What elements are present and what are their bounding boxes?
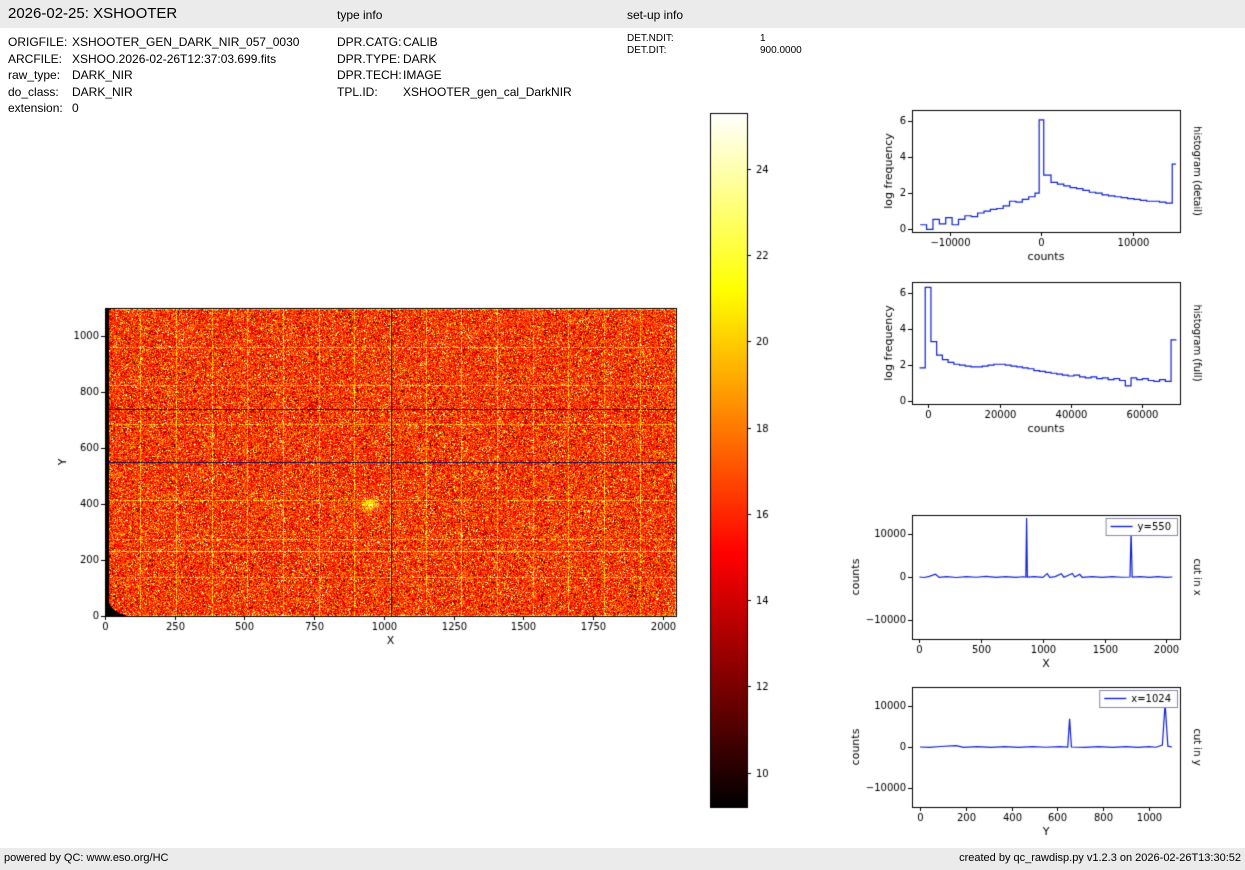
dpr-catg-row: DPR.CATG: CALIB [337, 34, 572, 51]
field-label: DPR.TECH: [337, 68, 402, 82]
field-value: IMAGE [403, 68, 442, 82]
field-value: 1 [760, 33, 766, 44]
setup-info-block: DET.NDIT: 1 DET.DIT: 900.0000 [627, 33, 802, 57]
field-label: do_class: [8, 84, 59, 99]
cut-in-y-plot [830, 674, 1205, 846]
field-value: 900.0000 [760, 45, 802, 56]
footer-powered-by: powered by QC: www.eso.org/HC [4, 852, 169, 864]
dpr-type-row: DPR.TYPE: DARK [337, 51, 572, 68]
field-label: DPR.TYPE: [337, 51, 401, 66]
footer-bar: powered by QC: www.eso.org/HC created by… [0, 848, 1245, 870]
histogram-full-plot [830, 270, 1205, 450]
field-label: DET.NDIT: [627, 33, 674, 44]
dpr-tech-row: DPR.TECH: IMAGE [337, 67, 572, 84]
header-bar: 2026-02-25: XSHOOTER type info set-up in… [0, 0, 1245, 28]
field-value: XSHOO.2026-02-26T12:37:03.699.fits [72, 51, 277, 66]
det-dit-row: DET.DIT: 900.0000 [627, 45, 802, 57]
field-label: raw_type: [8, 68, 61, 82]
field-label: TPL.ID: [337, 84, 378, 99]
cut-in-x-plot [830, 502, 1205, 682]
extension-row: extension: 0 [8, 100, 299, 117]
setup-info-heading: set-up info [627, 8, 684, 22]
rawtype-row: raw_type: DARK_NIR [8, 67, 299, 84]
raw-image-plot [40, 285, 700, 665]
field-value: DARK [403, 51, 437, 66]
qc-report-page: 2026-02-25: XSHOOTER type info set-up in… [0, 0, 1245, 870]
field-label: DPR.CATG: [337, 35, 402, 49]
colorbar [700, 105, 795, 817]
field-label: ARCFILE: [8, 51, 63, 66]
field-value: DARK_NIR [72, 84, 133, 99]
field-label: ORIGFILE: [8, 35, 68, 49]
origfile-row: ORIGFILE: XSHOOTER_GEN_DARK_NIR_057_0030 [8, 34, 299, 51]
field-value: DARK_NIR [72, 68, 133, 82]
field-label: extension: [8, 101, 63, 115]
field-value: CALIB [403, 35, 438, 49]
histogram-detail-plot [830, 98, 1205, 278]
type-info-heading: type info [337, 8, 383, 22]
page-title: 2026-02-25: XSHOOTER [8, 5, 178, 22]
field-value: XSHOOTER_gen_cal_DarkNIR [403, 84, 572, 99]
field-label: DET.DIT: [627, 45, 667, 56]
tpl-id-row: TPL.ID: XSHOOTER_gen_cal_DarkNIR [337, 84, 572, 101]
field-value: 0 [72, 101, 79, 115]
field-value: XSHOOTER_GEN_DARK_NIR_057_0030 [72, 35, 300, 49]
arcfile-row: ARCFILE: XSHOO.2026-02-26T12:37:03.699.fi… [8, 51, 299, 68]
type-info-block: DPR.CATG: CALIB DPR.TYPE: DARK DPR.TECH: IM… [337, 34, 572, 100]
det-ndit-row: DET.NDIT: 1 [627, 33, 802, 45]
file-info-block: ORIGFILE: XSHOOTER_GEN_DARK_NIR_057_0030 … [8, 34, 299, 117]
doclass-row: do_class: DARK_NIR [8, 84, 299, 101]
footer-created-by: created by qc_rawdisp.py v1.2.3 on 2026-… [959, 852, 1241, 864]
